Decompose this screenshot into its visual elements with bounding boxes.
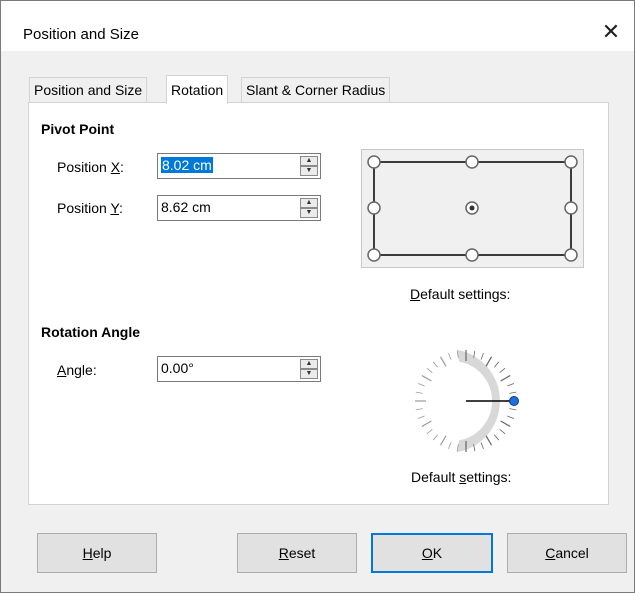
- spin-down-icon[interactable]: ▼: [300, 369, 318, 379]
- position-size-dialog: Position and Size ✕ Position and Size Ro…: [0, 0, 635, 593]
- angle-label: Angle:: [57, 362, 97, 378]
- pivot-bottom-right: [564, 248, 578, 262]
- spin-up-icon[interactable]: ▲: [300, 198, 318, 208]
- position-y-field[interactable]: 8.62 cm ▲ ▼: [157, 195, 321, 221]
- position-y-spinner[interactable]: ▲ ▼: [300, 198, 318, 218]
- dialog-title: Position and Size: [23, 26, 139, 43]
- pivot-top-center: [465, 155, 479, 169]
- pivot-center-dot: [469, 205, 475, 211]
- position-x-spinner[interactable]: ▲ ▼: [300, 156, 318, 176]
- angle-field[interactable]: 0.00° ▲ ▼: [157, 356, 321, 382]
- pivot-bottom-left: [367, 248, 381, 262]
- spin-down-icon[interactable]: ▼: [300, 166, 318, 176]
- pivot-top-right: [564, 155, 578, 169]
- rotation-angle-dial[interactable]: [411, 346, 521, 456]
- rotation-angle-heading: Rotation Angle: [41, 324, 141, 340]
- tab-rotation[interactable]: Rotation: [166, 75, 229, 104]
- ok-button[interactable]: OK: [371, 533, 493, 573]
- pivot-middle-right: [564, 201, 578, 215]
- pivot-point-heading: Pivot Point: [41, 121, 115, 137]
- position-y-label: Position Y:: [57, 200, 123, 216]
- pivot-top-left: [367, 155, 381, 169]
- spin-down-icon[interactable]: ▼: [300, 208, 318, 218]
- dial-handle-icon: [509, 396, 519, 406]
- position-x-field[interactable]: 8.02 cm ▲ ▼: [157, 153, 321, 179]
- position-y-value: 8.62 cm: [161, 199, 211, 215]
- pivot-point-selector[interactable]: [361, 149, 584, 268]
- tab-slant-corner-radius[interactable]: Slant & Corner Radius: [241, 77, 391, 102]
- tab-position-and-size[interactable]: Position and Size: [29, 77, 148, 102]
- pivot-bottom-center: [465, 248, 479, 262]
- close-icon[interactable]: ✕: [588, 13, 634, 51]
- angle-default-settings-caption: Default settings:: [411, 469, 512, 485]
- pivot-default-settings-caption: Default settings:: [410, 286, 511, 302]
- help-button[interactable]: Help: [37, 533, 157, 573]
- pivot-middle-left: [367, 201, 381, 215]
- reset-button[interactable]: Reset: [237, 533, 357, 573]
- pivot-point-grid: [367, 155, 578, 262]
- angle-value: 0.00°: [161, 360, 194, 376]
- spin-up-icon[interactable]: ▲: [300, 359, 318, 369]
- spin-up-icon[interactable]: ▲: [300, 156, 318, 166]
- pivot-handles: [367, 155, 578, 262]
- position-x-value: 8.02 cm: [161, 157, 213, 173]
- angle-spinner[interactable]: ▲ ▼: [300, 359, 318, 379]
- position-x-label: Position X:: [57, 159, 124, 175]
- title-bar: Position and Size ✕: [1, 1, 634, 51]
- cancel-button[interactable]: Cancel: [507, 533, 627, 573]
